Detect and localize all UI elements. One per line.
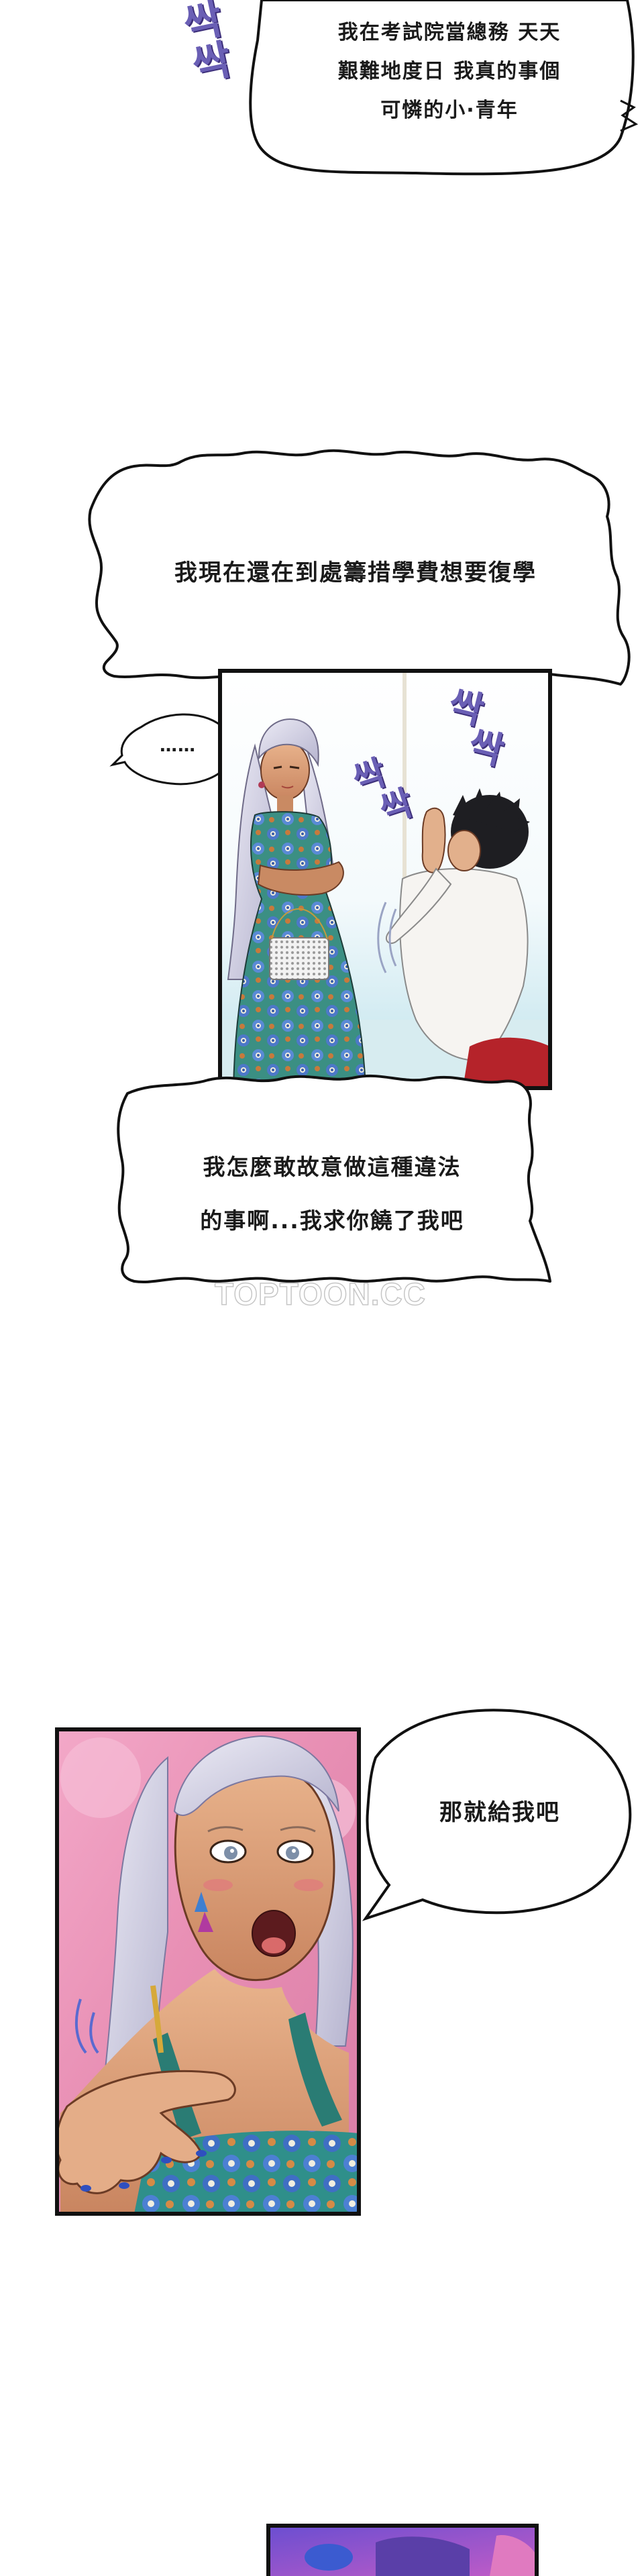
speech-text-4: 我怎麼敢故意做這種違法 的事啊...我求你饒了我吧 <box>200 1154 464 1234</box>
speech-text-5: 那就給我吧 <box>439 1799 560 1826</box>
speech-text-1: 我在考試院當總務 天天 艱難地度日 我真的事個 可憐的小·青年 <box>337 21 561 122</box>
speech-text-2: 我現在還在到處籌措學費想要復學 <box>174 559 537 586</box>
panel-closeup <box>55 1729 359 2214</box>
panel-bottom-partial <box>268 2526 537 2576</box>
watermark: TOPTOON.CC <box>214 1276 426 1312</box>
speech-text-3: …… <box>160 736 196 756</box>
